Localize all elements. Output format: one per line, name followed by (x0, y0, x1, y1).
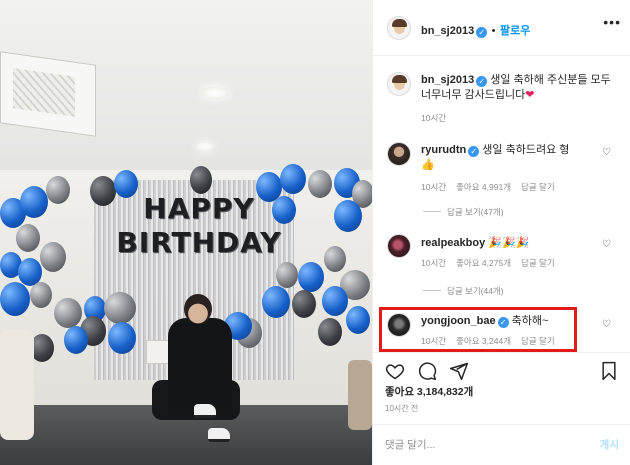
comment-time[interactable]: 10시간 (421, 258, 446, 268)
balloon (54, 298, 82, 328)
share-icon[interactable] (449, 361, 469, 381)
comment-icon[interactable] (417, 361, 437, 381)
author-avatar[interactable] (387, 16, 411, 40)
post-side-panel: bn_sj2013 ✓ • 팔로우 ••• bn_sj2013 ✓ 생일 축하해 주… (372, 0, 630, 465)
caption-text-block: bn_sj2013 ✓ 생일 축하해 주신분들 모두 너무너무 감사드립니다❤ (421, 73, 621, 103)
caption-meta: 10시간 (421, 112, 456, 124)
verified-badge-icon: ✓ (476, 76, 488, 87)
balloon (40, 242, 66, 272)
balloon (276, 262, 298, 288)
ceiling-aircon (0, 51, 96, 137)
balloon (64, 326, 88, 354)
comment-reply-button[interactable]: 답글 달기 (521, 258, 555, 268)
verified-badge-icon: ✓ (468, 146, 480, 157)
caption-author[interactable]: bn_sj2013 (421, 74, 474, 86)
comment-meta: 10시간 좋아요 4,991개 답글 달기 (421, 181, 565, 193)
add-comment-bar: 댓글 달기... 게시 (373, 424, 630, 465)
heart-emoji: ❤ (525, 89, 535, 101)
caption-time[interactable]: 10시간 (421, 113, 446, 123)
comment-text: 생일 축하드려요 형 (482, 144, 570, 156)
comment-avatar[interactable] (387, 234, 411, 258)
balloon (346, 306, 370, 334)
balloon (104, 292, 136, 324)
person-body (168, 318, 232, 414)
balloon (334, 200, 362, 232)
view-replies-button[interactable]: 답글 보기(44개) (423, 285, 504, 297)
happy-birthday-banner: HAPPY BIRTHDAY (116, 192, 282, 259)
comment-emoji: 👍 (421, 159, 435, 171)
post-photo[interactable]: HAPPY BIRTHDAY (0, 0, 372, 465)
add-comment-input[interactable]: 댓글 달기... (385, 437, 435, 452)
comment-text-block: ryurudtn ✓ 생일 축하드려요 형 👍 (421, 143, 601, 173)
person-head (184, 294, 212, 324)
ceiling-light (196, 142, 214, 151)
comment-likes[interactable]: 좋아요 4,991개 (456, 182, 511, 192)
balloon (20, 186, 48, 218)
verified-badge-icon: ✓ (476, 27, 488, 38)
balloon (30, 282, 52, 308)
balloon (46, 176, 70, 204)
more-options-icon[interactable]: ••• (603, 14, 621, 30)
ceiling-light (202, 87, 228, 99)
comment-time[interactable]: 10시간 (421, 182, 446, 192)
comment-username[interactable]: realpeakboy (421, 237, 485, 249)
comment-avatar[interactable] (387, 142, 411, 166)
post-comment-button[interactable]: 게시 (600, 437, 619, 452)
caption-author-avatar[interactable] (387, 72, 411, 96)
sofa (0, 330, 34, 440)
balloon (298, 262, 324, 292)
comment-text-block: realpeakboy 🎉🎉🎉 (421, 236, 601, 251)
balloon (318, 318, 342, 346)
comment-like-heart-icon[interactable]: ♡ (602, 240, 612, 250)
chair (348, 360, 372, 430)
balloon (190, 166, 212, 194)
heart-icon[interactable] (385, 361, 405, 381)
balloon (292, 290, 316, 318)
view-replies-button[interactable]: 답글 보기(47개) (423, 206, 504, 218)
author-username[interactable]: bn_sj2013 (421, 25, 474, 37)
instagram-post-view: HAPPY BIRTHDAY bn_sj2013 ✓ • 팔로우 ••• bn_s… (0, 0, 630, 465)
balloon (322, 286, 348, 316)
comment-likes[interactable]: 좋아요 4,275개 (456, 258, 511, 268)
comment-emoji: 🎉🎉🎉 (488, 237, 530, 249)
person-shoe (208, 428, 230, 442)
post-like-count[interactable]: 좋아요 3,184,832개 (385, 384, 473, 399)
comment-like-heart-icon[interactable]: ♡ (602, 148, 612, 158)
person-shoe (194, 404, 216, 418)
comment-username[interactable]: ryurudtn (421, 144, 466, 156)
header-separator: • (491, 25, 496, 37)
balloon (262, 286, 290, 318)
balloon (16, 224, 40, 252)
bookmark-icon[interactable] (599, 361, 619, 381)
comment-highlight-box (379, 307, 577, 352)
header-author-line: bn_sj2013 ✓ • 팔로우 (421, 21, 530, 39)
comment-reply-button[interactable]: 답글 달기 (521, 182, 555, 192)
balloon (108, 322, 136, 354)
comment-meta: 10시간 좋아요 4,275개 답글 달기 (421, 257, 565, 269)
balloon (324, 246, 346, 272)
follow-button[interactable]: 팔로우 (500, 25, 530, 37)
comment-like-heart-icon[interactable]: ♡ (602, 320, 612, 330)
post-header: bn_sj2013 ✓ • 팔로우 ••• (373, 0, 630, 56)
post-timestamp[interactable]: 10시간 전 (385, 403, 418, 414)
balloon (308, 170, 332, 198)
balloon (0, 282, 30, 316)
balloon (280, 164, 306, 194)
